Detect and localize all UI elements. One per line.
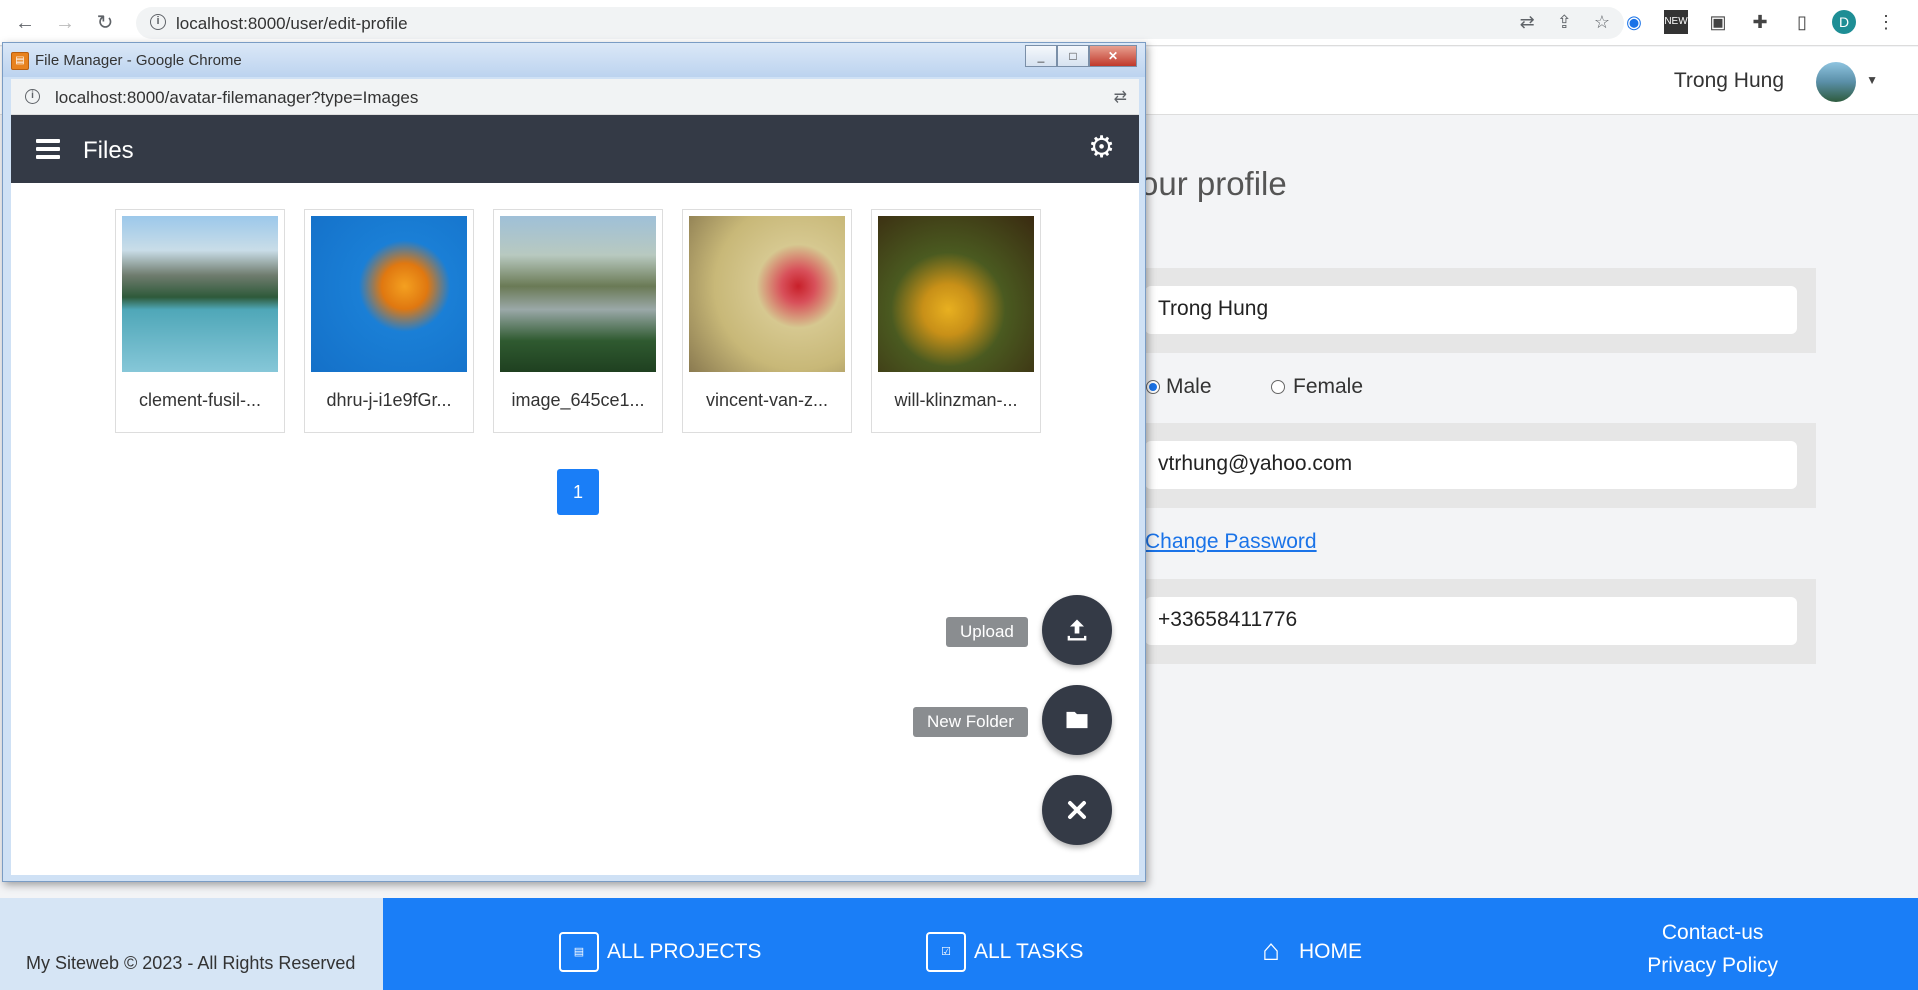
copyright-text: My Siteweb © 2023 - All Rights Reserved: [26, 953, 356, 973]
project-icon: ▤: [559, 932, 599, 972]
all-tasks-link[interactable]: ☑ ALL TASKS: [926, 932, 1083, 972]
gear-icon[interactable]: ⚙: [1088, 133, 1115, 163]
back-icon[interactable]: ←: [12, 10, 38, 36]
site-info-icon[interactable]: i: [150, 14, 166, 30]
file-name[interactable]: image_645ce1...: [494, 390, 662, 411]
home-label: HOME: [1299, 940, 1362, 963]
folder-icon: [1066, 711, 1088, 729]
user-name[interactable]: Trong Hung: [1674, 69, 1784, 93]
site-info-icon[interactable]: i: [25, 89, 40, 104]
file-manager-window: ▤ File Manager - Google Chrome _ □ ✕ i l…: [2, 42, 1146, 882]
gender-female-label: Female: [1293, 375, 1364, 398]
popup-address-bar[interactable]: i localhost:8000/avatar-filemanager?type…: [11, 79, 1139, 115]
all-projects-link[interactable]: ▤ ALL PROJECTS: [559, 932, 761, 972]
phone-input[interactable]: +33658411776: [1145, 597, 1797, 645]
close-window-button[interactable]: ✕: [1089, 45, 1137, 67]
privacy-link[interactable]: Privacy Policy: [1647, 949, 1778, 982]
address-bar[interactable]: i localhost:8000/user/edit-profile ⇄ ⇪ ☆: [136, 7, 1624, 39]
footer-left: My Siteweb © 2023 - All Rights Reserved: [0, 898, 383, 990]
popup-url[interactable]: localhost:8000/avatar-filemanager?type=I…: [55, 88, 418, 108]
popup-bottom-border: [11, 875, 1139, 881]
file-manager: Files ⚙ clement-fusil-... dhru-j-i1e9fGr…: [11, 115, 1139, 875]
email-input[interactable]: vtrhung@yahoo.com: [1145, 441, 1797, 489]
file-manager-title: Files: [83, 137, 134, 164]
file-item[interactable]: vincent-van-z...: [682, 209, 852, 433]
all-projects-label: ALL PROJECTS: [607, 940, 762, 963]
file-thumbnail[interactable]: [122, 216, 278, 372]
upload-button[interactable]: [1042, 595, 1112, 665]
file-thumbnail[interactable]: [500, 216, 656, 372]
file-item[interactable]: will-klinzman-...: [871, 209, 1041, 433]
address-url[interactable]: localhost:8000/user/edit-profile: [176, 14, 408, 34]
star-icon[interactable]: ☆: [1594, 12, 1610, 33]
minimize-button[interactable]: _: [1025, 45, 1057, 67]
close-icon: [1068, 801, 1086, 819]
browser-toolbar: ← → ↻ i localhost:8000/user/edit-profile…: [0, 0, 1918, 46]
home-icon: ⌂: [1261, 934, 1281, 967]
popup-titlebar[interactable]: ▤ File Manager - Google Chrome _ □ ✕: [3, 43, 1145, 77]
new-folder-label[interactable]: New Folder: [913, 707, 1028, 737]
extension-icon[interactable]: ▣: [1706, 10, 1730, 34]
new-folder-button[interactable]: [1042, 685, 1112, 755]
page-title: our profile: [1140, 165, 1287, 202]
file-name[interactable]: will-klinzman-...: [872, 390, 1040, 411]
all-tasks-label: ALL TASKS: [974, 940, 1084, 963]
translate-icon[interactable]: ⇄: [1114, 87, 1127, 107]
gender-male-radio[interactable]: [1146, 380, 1160, 394]
menu-dots-icon[interactable]: ⋮: [1874, 10, 1898, 34]
gender-female-radio[interactable]: [1271, 380, 1285, 394]
popup-window-title: File Manager - Google Chrome: [35, 52, 242, 69]
file-item[interactable]: dhru-j-i1e9fGr...: [304, 209, 474, 433]
home-link[interactable]: ⌂ HOME: [1251, 932, 1362, 972]
maximize-button[interactable]: □: [1057, 45, 1089, 67]
file-name[interactable]: dhru-j-i1e9fGr...: [305, 390, 473, 411]
gender-male-label: Male: [1166, 375, 1212, 398]
file-item[interactable]: image_645ce1...: [493, 209, 663, 433]
forward-icon[interactable]: →: [52, 10, 78, 36]
upload-label[interactable]: Upload: [946, 617, 1028, 647]
reload-icon[interactable]: ↻: [92, 10, 118, 36]
new-extension-icon[interactable]: NEW: [1664, 10, 1688, 34]
file-thumbnail[interactable]: [311, 216, 467, 372]
caret-down-icon[interactable]: ▼: [1866, 73, 1878, 87]
change-password-link[interactable]: Change Password: [1145, 530, 1317, 554]
translate-icon[interactable]: ⇄: [1520, 12, 1535, 33]
full-name-input[interactable]: Trong Hung: [1145, 286, 1797, 334]
upload-icon: [1067, 619, 1087, 641]
footer-nav: ▤ ALL PROJECTS ☑ ALL TASKS ⌂ HOME Contac…: [383, 898, 1918, 990]
file-manager-header: Files ⚙: [11, 115, 1139, 183]
pagination-page-1[interactable]: 1: [557, 469, 599, 515]
hamburger-menu-icon[interactable]: [36, 139, 60, 159]
contact-link[interactable]: Contact-us: [1647, 916, 1778, 949]
file-name[interactable]: vincent-van-z...: [683, 390, 851, 411]
close-actions-button[interactable]: [1042, 775, 1112, 845]
share-icon[interactable]: ⇪: [1557, 12, 1572, 33]
puzzle-icon[interactable]: ✚: [1748, 10, 1772, 34]
file-item[interactable]: clement-fusil-...: [115, 209, 285, 433]
file-thumbnail[interactable]: [878, 216, 1034, 372]
file-thumbnail[interactable]: [689, 216, 845, 372]
globe-extension-icon[interactable]: ◉: [1622, 10, 1646, 34]
file-name[interactable]: clement-fusil-...: [116, 390, 284, 411]
app-icon: ▤: [11, 52, 29, 70]
checklist-icon: ☑: [926, 932, 966, 972]
user-avatar[interactable]: [1816, 62, 1856, 102]
sidebar-icon[interactable]: ▯: [1790, 10, 1814, 34]
profile-avatar[interactable]: D: [1832, 10, 1856, 34]
footer-contact: Contact-us Privacy Policy: [1647, 916, 1778, 982]
